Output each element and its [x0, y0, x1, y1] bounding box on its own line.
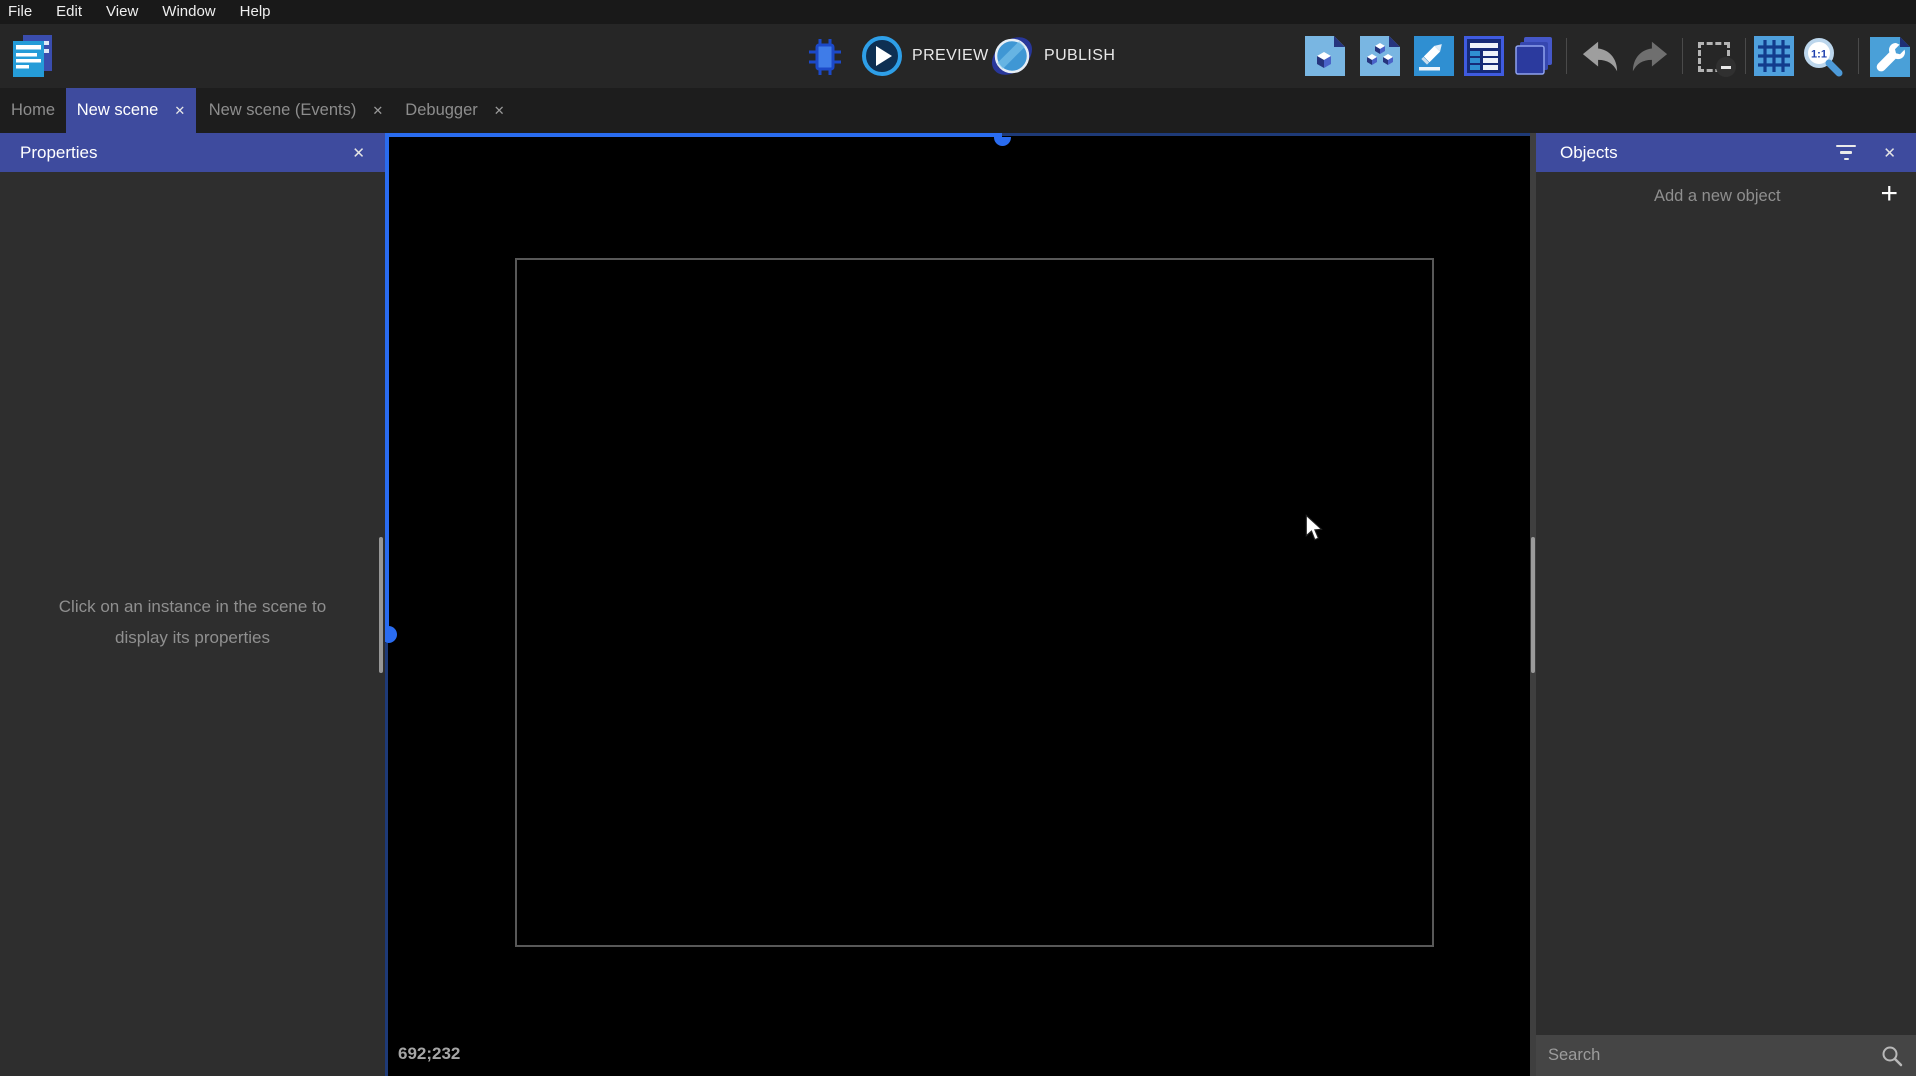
preview-button[interactable]: PREVIEW [912, 24, 989, 88]
menu-help[interactable]: Help [228, 1, 283, 24]
objects-search-bar [1536, 1035, 1916, 1076]
instances-list-icon[interactable] [1464, 36, 1504, 76]
cursor-coordinates: 692;232 [398, 1044, 461, 1063]
tab-label: Home [10, 101, 55, 119]
add-object-icon[interactable]: + [1880, 179, 1898, 209]
scene-settings-icon[interactable] [1868, 35, 1912, 79]
menu-view[interactable]: View [94, 1, 150, 24]
tab-new-scene[interactable]: New scene ✕ [66, 88, 196, 133]
toolbar-separator [1682, 38, 1683, 74]
object-groups-icon[interactable] [1360, 36, 1400, 76]
toolbar-separator [1566, 38, 1567, 74]
properties-panel: Properties ✕ Click on an instance in the… [0, 133, 385, 1076]
publish-globe-icon[interactable] [990, 34, 1034, 78]
layers-editor-icon[interactable] [1514, 36, 1554, 76]
deselect-icon[interactable] [1692, 38, 1736, 77]
project-manager-icon[interactable] [8, 32, 56, 80]
preview-play-icon[interactable] [860, 34, 904, 78]
tab-label: New scene [76, 101, 159, 119]
filter-icon[interactable] [1835, 144, 1857, 161]
toolbar-separator [1858, 38, 1859, 74]
menu-window[interactable]: Window [150, 1, 227, 24]
toolbar: PREVIEW PUBLISH 1:1 [0, 24, 1916, 88]
objects-panel: Objects ✕ Add a new object + [1536, 133, 1916, 1076]
close-icon[interactable]: ✕ [1883, 144, 1916, 162]
tab-home[interactable]: Home [0, 88, 66, 133]
properties-panel-header: Properties ✕ [0, 133, 385, 172]
selection-border-top [385, 133, 1002, 137]
tab-debugger[interactable]: Debugger ✕ [396, 88, 514, 133]
selection-border-left-faded [385, 643, 388, 1076]
search-icon[interactable] [1880, 1044, 1904, 1068]
objects-panel-header: Objects ✕ [1536, 133, 1916, 172]
properties-editor-icon[interactable] [1414, 36, 1454, 76]
canvas-scrollbar-thumb[interactable] [1531, 537, 1535, 673]
tab-close-icon[interactable]: ✕ [372, 103, 383, 119]
close-icon[interactable]: ✕ [352, 144, 385, 162]
zoom-1-1-icon[interactable]: 1:1 [1800, 35, 1846, 79]
selection-border-left [385, 133, 389, 634]
tab-bar: Home New scene ✕ New scene (Events) ✕ De… [0, 88, 1916, 133]
properties-scrollbar-thumb[interactable] [379, 537, 383, 673]
tab-new-scene-events[interactable]: New scene (Events) ✕ [196, 88, 396, 133]
debugger-icon[interactable] [806, 37, 844, 77]
menu-edit[interactable]: Edit [44, 1, 94, 24]
tab-close-icon[interactable]: ✕ [494, 103, 505, 119]
zoom-ratio-label: 1:1 [1811, 49, 1827, 61]
mouse-cursor [1303, 514, 1325, 547]
properties-empty-message: Click on an instance in the scene to dis… [58, 597, 327, 647]
grid-icon[interactable] [1754, 36, 1794, 76]
publish-button[interactable]: PUBLISH [1044, 24, 1115, 88]
tab-close-icon[interactable]: ✕ [174, 103, 185, 119]
tab-label: New scene (Events) [208, 101, 357, 119]
game-window-frame [515, 258, 1434, 947]
undo-icon[interactable] [1578, 38, 1622, 76]
menu-file[interactable]: File [8, 1, 44, 24]
properties-panel-title: Properties [20, 142, 98, 162]
add-object-row[interactable]: Add a new object + [1536, 172, 1916, 220]
objects-editor-icon[interactable] [1305, 36, 1345, 76]
menu-bar: File Edit View Window Help [0, 0, 1916, 24]
search-input[interactable] [1548, 1046, 1880, 1065]
tab-label: Debugger [405, 101, 478, 119]
toolbar-separator [1745, 38, 1746, 74]
redo-icon[interactable] [1628, 38, 1672, 76]
objects-panel-title: Objects [1560, 142, 1618, 162]
add-object-label: Add a new object [1653, 186, 1781, 205]
